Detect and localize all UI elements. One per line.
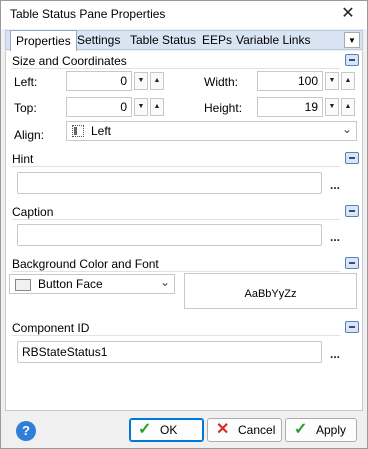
top-label: Top: [14,101,37,115]
group-title: Background Color and Font [12,257,159,271]
divider [12,271,340,272]
chevron-down-icon: ⌄ [341,122,352,136]
align-value: Left [91,124,112,138]
properties-panel: Size and Coordinates Left: 0 ▼ ▲ Width: … [5,51,363,411]
width-label: Width: [204,75,239,89]
divider [12,335,340,336]
tab-strip: Properties Settings Table Status EEPs Va… [5,30,363,51]
help-icon[interactable]: ? [16,421,36,441]
collapse-icon[interactable] [345,257,359,269]
hint-ellipsis-button[interactable]: ... [327,179,343,195]
chevron-down-icon: ⌄ [159,275,170,289]
height-decrement-button[interactable]: ▼ [325,98,339,116]
group-title: Component ID [12,321,90,335]
left-decrement-button[interactable]: ▼ [134,72,148,90]
font-preview-button[interactable]: AaBbYyZz [184,273,357,309]
caption-input[interactable] [17,224,322,246]
color-swatch [15,279,31,291]
apply-label: Apply [316,423,347,437]
top-increment-button[interactable]: ▲ [150,98,164,116]
tab-dropdown-button[interactable]: ▼ [344,32,360,48]
divider [12,166,340,167]
collapse-icon[interactable] [345,205,359,217]
tab-eeps[interactable]: EEPs [202,31,232,49]
divider [12,219,340,220]
group-caption: Caption [6,204,362,220]
width-input[interactable]: 100 [257,71,323,91]
height-label: Height: [204,101,243,115]
close-button[interactable]: ✕ [335,3,361,25]
x-icon: ✕ [216,421,230,438]
ok-button[interactable]: ✓ OK [129,418,204,442]
checkmark-icon: ✓ [138,421,152,438]
left-label: Left: [14,75,38,89]
component-id-ellipsis-button[interactable]: ... [327,348,343,364]
align-left-icon [72,125,84,137]
top-decrement-button[interactable]: ▼ [134,98,148,116]
group-hint: Hint [6,151,362,167]
cancel-label: Cancel [238,423,276,437]
collapse-icon[interactable] [345,54,359,66]
background-color-value: Button Face [38,277,103,291]
component-id-input[interactable]: RBStateStatus1 [17,341,322,363]
width-decrement-button[interactable]: ▼ [325,72,339,90]
group-background-color-font: Background Color and Font [6,256,362,272]
width-increment-button[interactable]: ▲ [341,72,355,90]
collapse-icon[interactable] [345,321,359,333]
tab-table-status[interactable]: Table Status [130,31,196,49]
tab-settings[interactable]: Settings [77,31,120,49]
group-component-id: Component ID [6,320,362,336]
group-title: Hint [12,152,34,166]
tab-properties[interactable]: Properties [10,30,77,51]
hint-input[interactable] [17,172,322,194]
apply-button[interactable]: ✓ Apply [285,418,357,442]
cancel-button[interactable]: ✕ Cancel [207,418,282,442]
group-size-coordinates: Size and Coordinates [6,53,362,69]
ok-label: OK [160,423,178,437]
group-title: Caption [12,205,54,219]
height-input[interactable]: 19 [257,97,323,117]
tab-variable-links[interactable]: Variable Links [236,31,310,49]
left-input[interactable]: 0 [66,71,132,91]
top-input[interactable]: 0 [66,97,132,117]
double-checkmark-icon: ✓ [294,421,308,438]
background-color-select[interactable]: Button Face ⌄ [9,274,175,294]
divider [12,68,340,69]
collapse-icon[interactable] [345,152,359,164]
align-label: Align: [14,128,45,142]
window-title: Table Status Pane Properties [10,7,166,21]
title-bar: Table Status Pane Properties ✕ [1,1,367,29]
height-increment-button[interactable]: ▲ [341,98,355,116]
properties-dialog: Table Status Pane Properties ✕ Propertie… [0,0,368,449]
left-increment-button[interactable]: ▲ [150,72,164,90]
align-select[interactable]: Left ⌄ [66,121,357,141]
caption-ellipsis-button[interactable]: ... [327,231,343,247]
group-title: Size and Coordinates [12,54,127,68]
